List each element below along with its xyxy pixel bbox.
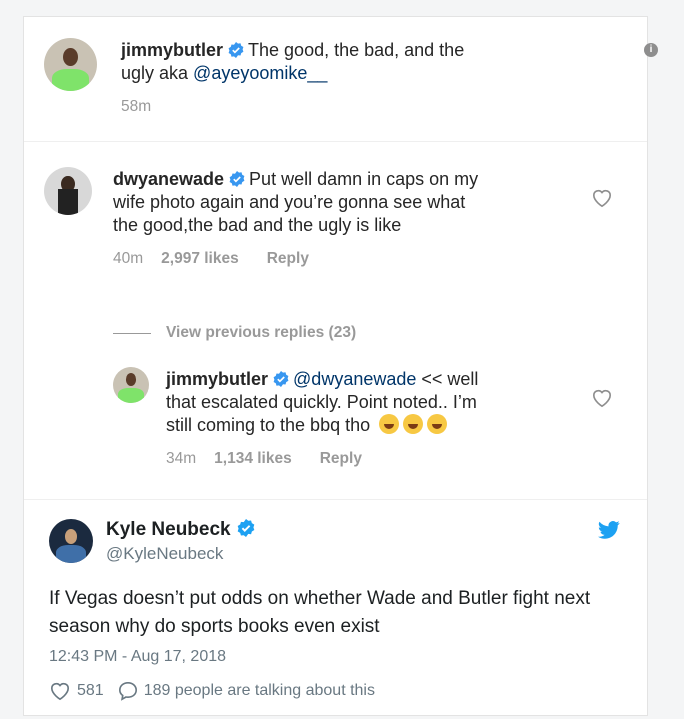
reply-button[interactable]: Reply (320, 450, 362, 467)
tweet-text: If Vegas doesn’t put odds on whether Wad… (49, 588, 591, 637)
reply-mention[interactable]: @dwyanewade (293, 369, 416, 389)
divider (24, 499, 647, 500)
like-count[interactable]: 1,134 likes (214, 450, 292, 467)
tweet-author[interactable]: Kyle Neubeck (106, 519, 259, 541)
verified-icon (228, 42, 244, 58)
avatar[interactable] (44, 167, 92, 215)
comment-time: 40m (113, 250, 144, 267)
post-caption: jimmybutler The good, the bad, and the ug… (121, 40, 465, 83)
twitter-bird-icon[interactable] (598, 520, 620, 540)
divider (24, 141, 647, 142)
verified-icon (237, 519, 254, 537)
avatar[interactable] (49, 519, 93, 563)
like-count[interactable]: 2,997 likes (161, 250, 239, 267)
comment-username[interactable]: jimmybutler (166, 369, 268, 389)
heart-icon[interactable] (591, 388, 613, 408)
verified-icon (273, 371, 289, 387)
caption-mention[interactable]: @ayeyoomike__ (193, 63, 327, 83)
tweet-timestamp[interactable]: 12:43 PM - Aug 17, 2018 (49, 648, 226, 666)
divider (113, 333, 151, 334)
laughing-emoji-icon (427, 414, 448, 434)
embed-card: jimmybutler The good, the bad, and the ug… (23, 16, 658, 716)
comment-text: dwyanewade Put well damn in caps on my wi… (113, 169, 479, 235)
reply-button[interactable]: Reply (267, 250, 309, 267)
info-icon[interactable]: i (644, 43, 658, 57)
comment-meta: 40m 2,997 likes Reply (113, 250, 309, 268)
reply-time: 34m (166, 450, 197, 467)
tweet-actions: 581 189 people are talking about this (49, 681, 375, 701)
verified-icon (229, 171, 245, 187)
laughing-emoji-icon (379, 414, 400, 434)
heart-icon[interactable] (591, 188, 613, 208)
like-count[interactable]: 581 (77, 682, 104, 700)
reply-meta: 34m 1,134 likes Reply (166, 450, 362, 468)
post-time: 58m (121, 98, 152, 115)
heart-icon[interactable] (49, 681, 71, 701)
post-username[interactable]: jimmybutler (121, 40, 223, 60)
avatar[interactable] (44, 38, 97, 91)
talking-count[interactable]: 189 people are talking about this (144, 682, 375, 700)
reply-text: jimmybutler @dwyanewade << well that esca… (166, 369, 479, 435)
view-previous-replies[interactable]: View previous replies (23) (166, 324, 356, 342)
comment-username[interactable]: dwyanewade (113, 169, 224, 189)
laughing-emoji-icon (403, 414, 424, 434)
avatar[interactable] (113, 367, 149, 403)
speech-bubble-icon[interactable] (118, 681, 138, 701)
tweet-handle[interactable]: @KyleNeubeck (106, 544, 223, 564)
